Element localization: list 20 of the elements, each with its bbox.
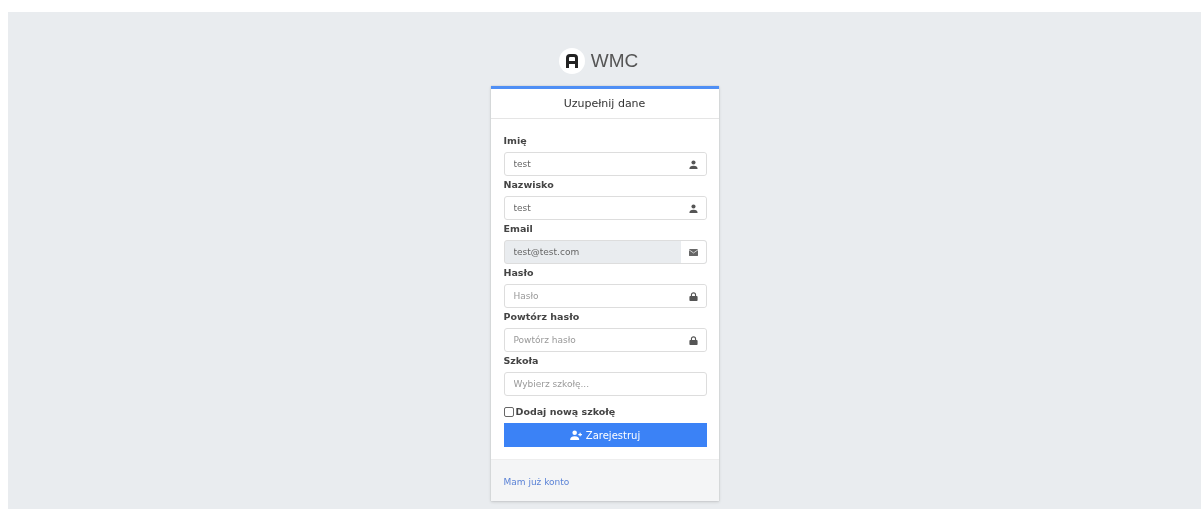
field-label: Imię — [503, 134, 528, 148]
card-title: Uzupełnij dane — [563, 97, 646, 110]
field-label: Email — [503, 222, 534, 236]
envelope-icon — [688, 247, 698, 257]
logo-icon — [558, 48, 585, 74]
user-plus-icon — [569, 430, 583, 440]
login-link[interactable]: Mam już konto — [503, 477, 570, 487]
field-label: Powtórz hasło — [503, 310, 581, 324]
user-icon — [688, 203, 698, 213]
field-label: Szkoła — [503, 354, 540, 368]
checkbox[interactable] — [503, 406, 514, 417]
input-field[interactable]: Wybierz szkołę... — [503, 372, 707, 396]
register-button[interactable]: Zarejestruj — [503, 423, 707, 447]
user-icon — [688, 159, 698, 169]
field-label: Hasło — [503, 266, 535, 280]
checkbox-label: Dodaj nową szkołę — [515, 406, 616, 417]
brand-name: WMC — [590, 50, 639, 72]
field-label: Nazwisko — [503, 178, 555, 192]
lock-icon — [688, 291, 698, 301]
lock-icon — [688, 335, 698, 345]
